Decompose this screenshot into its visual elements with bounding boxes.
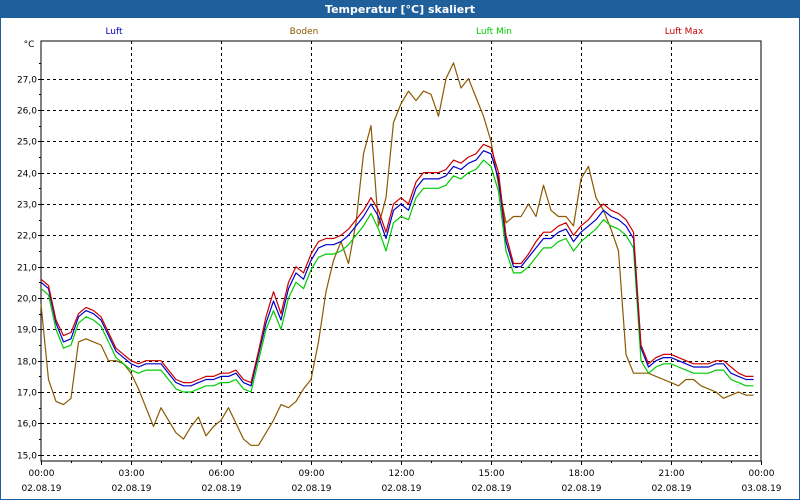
chart-window: Temperatur [°C] skaliert Luft Boden Luft M…: [0, 0, 800, 500]
legend: Luft Boden Luft Min Luft Max: [105, 27, 704, 37]
y-tick-label: 17,0: [17, 389, 37, 399]
series-line: [40, 143, 754, 384]
window-title: Temperatur [°C] skaliert: [1, 1, 799, 18]
series-line: [40, 159, 754, 393]
x-tick-time: 15:00: [479, 469, 505, 479]
x-tick-time: 06:00: [209, 469, 235, 479]
y-tick-label: 15,0: [17, 452, 37, 462]
y-axis-unit: °C: [24, 40, 35, 50]
y-tick-label: 27,0: [17, 76, 37, 86]
x-tick-date: 02.08.19: [201, 484, 241, 494]
line-chart: Luft Boden Luft Min Luft Max 15,0 16,0 17,0 18…: [17, 27, 782, 494]
y-tick-label: 20,0: [17, 295, 37, 305]
x-tick-date: 02.08.19: [111, 484, 151, 494]
y-tick-label: 16,0: [17, 420, 37, 430]
x-tick-date: 02.08.19: [291, 484, 331, 494]
y-tick-label: 22,0: [17, 232, 37, 242]
series-lines: [40, 62, 754, 446]
legend-entry: Luft Max: [665, 27, 704, 37]
x-tick-time: 00:00: [749, 469, 775, 479]
x-tick-time: 09:00: [299, 469, 325, 479]
y-tick-label: 25,0: [17, 138, 37, 148]
x-tick-time: 12:00: [389, 469, 415, 479]
y-tick-label: 21,0: [17, 264, 37, 274]
y-tick-label: 24,0: [17, 170, 37, 180]
x-tick-date: 02.08.19: [471, 484, 511, 494]
x-tick-time: 18:00: [569, 469, 595, 479]
y-tick-label: 19,0: [17, 326, 37, 336]
x-tick-time: 03:00: [119, 469, 145, 479]
x-tick-time: 21:00: [659, 469, 685, 479]
legend-entry: Boden: [290, 27, 319, 37]
x-tick-date: 02.08.19: [561, 484, 601, 494]
x-tick-date: 02.08.19: [651, 484, 691, 494]
y-tick-label: 18,0: [17, 358, 37, 368]
y-tick-label: 26,0: [17, 107, 37, 117]
y-tick-label: 23,0: [17, 201, 37, 211]
x-tick-time: 00:00: [29, 469, 55, 479]
x-tick-date: 02.08.19: [381, 484, 421, 494]
legend-entry: Luft: [105, 27, 123, 37]
series-line: [40, 62, 754, 446]
x-tick-date: 02.08.19: [21, 484, 61, 494]
x-tick-date: 03.08.19: [741, 484, 781, 494]
series-line: [40, 150, 754, 387]
legend-entry: Luft Min: [476, 27, 512, 37]
